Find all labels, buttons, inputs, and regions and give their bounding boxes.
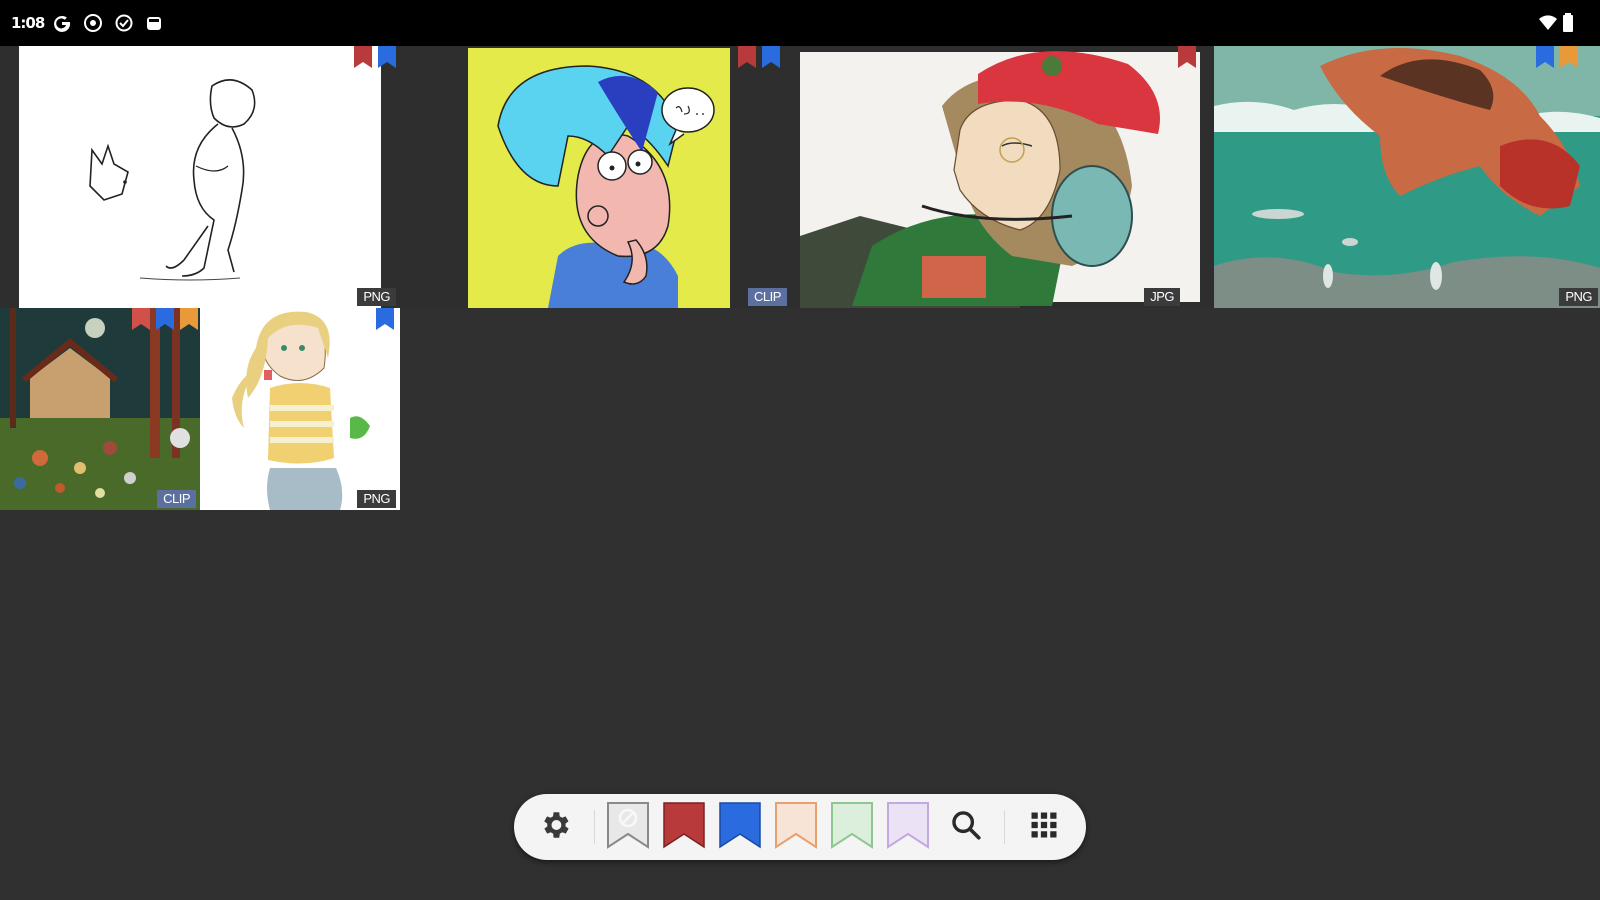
format-badge: CLIP [157,490,196,508]
gallery-item[interactable]: CLIP [0,308,200,510]
toolbar-divider [1004,810,1005,844]
bookmark-green-button[interactable] [827,801,877,854]
bookmark-blue-button[interactable] [715,801,765,854]
notification-icon [83,13,103,33]
girl-artwork [200,308,400,510]
bookmark-orange-flag [1560,46,1578,68]
bookmark-none-button[interactable] [603,801,653,854]
bookmark-purple-button[interactable] [883,801,933,854]
format-badge: PNG [357,490,396,508]
grid-icon [1029,810,1059,845]
gallery-item[interactable]: PNG [1200,46,1600,308]
bookmark-blue-icon [718,801,762,854]
bookmark-red-button[interactable] [659,801,709,854]
bookmark-purple-icon [886,801,930,854]
status-time: 1:08 [11,14,45,32]
bookmark-blue-flag [156,308,174,330]
bookmark-orange-button[interactable] [771,801,821,854]
bookmark-orange-icon [774,801,818,854]
gallery-item[interactable]: CLIP JPG [732,46,1200,308]
wifi-icon [1538,13,1558,38]
gallery-item[interactable]: PNG [0,46,398,308]
forest-artwork [0,308,200,510]
format-badge: JPG [1144,288,1180,306]
battery-icon [1562,13,1574,38]
gallery-item[interactable] [398,46,732,308]
character-artwork [398,46,732,308]
bookmark-blue-flag [762,46,780,68]
gear-icon [538,808,572,847]
search-button[interactable] [941,802,991,852]
toolbar-divider [594,810,595,844]
bookmark-toolbar [514,794,1086,860]
bookmark-blue-flag [378,46,396,68]
bookmark-none-icon [606,801,650,854]
format-badge: CLIP [748,288,787,306]
bookmark-green-icon [830,801,874,854]
shield-icon [114,13,134,33]
gallery-item[interactable]: PNG [200,308,400,510]
bookmark-red-flag [132,308,150,330]
bookmark-red-icon [662,801,706,854]
sdcard-icon [144,13,164,33]
settings-button[interactable] [530,802,580,852]
bookmark-blue-flag [376,308,394,330]
format-badge: PNG [357,288,396,306]
format-badge: PNG [1559,288,1598,306]
bookmark-red-flag [354,46,372,68]
grid-view-button[interactable] [1019,802,1069,852]
bookmark-blue-flag [1536,46,1554,68]
status-bar: 1:08 [0,0,1600,46]
bookmark-red-flag [1178,46,1196,68]
bookmark-orange-flag [180,308,198,330]
pilot-artwork [732,46,1200,308]
swimmer-artwork [1200,46,1600,308]
search-icon [949,808,983,847]
google-g-icon [52,13,72,33]
bookmark-red-flag [738,46,756,68]
sketch-artwork [0,46,398,308]
